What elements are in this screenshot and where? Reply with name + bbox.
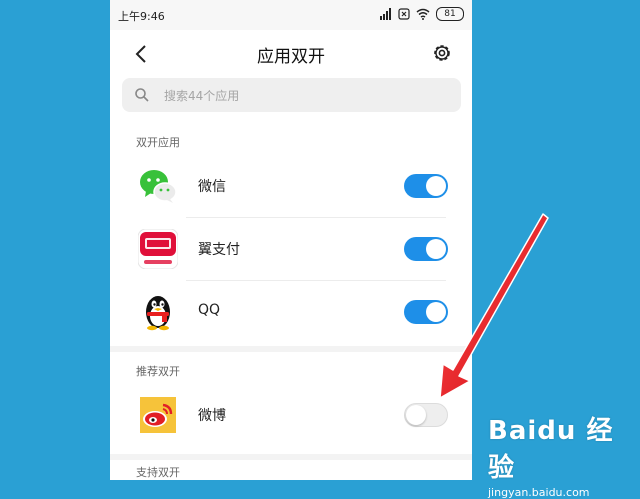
watermark-main: Baidu 经验 <box>488 416 614 483</box>
bestpay-icon <box>137 228 179 270</box>
section-divider <box>110 454 472 460</box>
signal-icon <box>380 8 392 20</box>
section-divider <box>110 346 472 352</box>
phone-screen: 上午9:46 81 应用双开 搜索44个应用 双开应用 微信 翼支付 QQ 推荐… <box>110 0 472 480</box>
toggle-switch[interactable] <box>404 403 448 427</box>
toggle-switch[interactable] <box>404 237 448 261</box>
baidu-watermark: Baidu 经验 jingyan.baidu.com <box>488 410 640 499</box>
no-sim-icon <box>398 8 410 20</box>
section-header-supported: 支持双开 <box>136 466 180 479</box>
search-bar[interactable] <box>122 78 461 112</box>
search-input[interactable] <box>162 84 456 108</box>
app-row-wechat[interactable]: 微信 <box>110 155 472 217</box>
weibo-icon <box>138 395 178 435</box>
app-row-bestpay[interactable]: 翼支付 <box>110 218 472 280</box>
gear-icon[interactable] <box>430 41 454 65</box>
app-row-weibo[interactable]: 微博 <box>110 384 472 446</box>
wechat-icon <box>138 166 178 206</box>
watermark-sub: jingyan.baidu.com <box>488 486 590 499</box>
status-time: 上午9:46 <box>118 10 165 23</box>
toggle-switch[interactable] <box>404 300 448 324</box>
app-row-qq[interactable]: QQ <box>110 281 472 343</box>
battery-icon: 81 <box>436 7 464 21</box>
section-header-recommended: 推荐双开 <box>136 365 180 378</box>
title-bar: 应用双开 <box>110 30 472 76</box>
qq-penguin-icon <box>138 292 178 332</box>
app-name: 微信 <box>198 179 226 195</box>
status-bar: 上午9:46 81 <box>110 0 472 30</box>
app-name: QQ <box>198 302 221 318</box>
status-icons: 81 <box>380 7 464 21</box>
app-name: 翼支付 <box>198 242 240 258</box>
search-icon <box>134 87 150 107</box>
section-header-enabled: 双开应用 <box>136 136 180 149</box>
app-name: 微博 <box>198 408 226 424</box>
wifi-icon <box>416 8 430 20</box>
page-title: 应用双开 <box>257 47 325 67</box>
toggle-switch[interactable] <box>404 174 448 198</box>
